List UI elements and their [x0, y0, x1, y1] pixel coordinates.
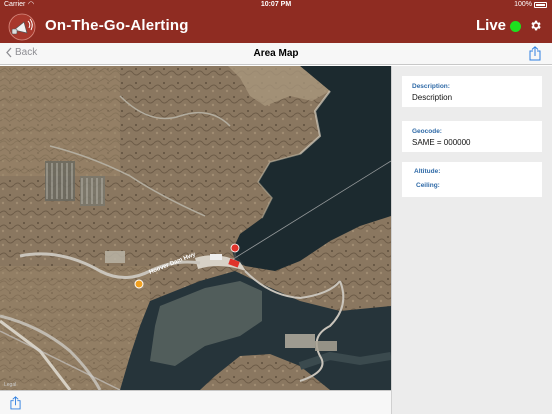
- app-header: On-The-Go-Alerting Live: [0, 11, 552, 43]
- share-icon[interactable]: [10, 396, 21, 410]
- gear-icon[interactable]: [529, 19, 542, 32]
- page-title: Area Map: [253, 48, 299, 59]
- description-card: Description: Description: [402, 76, 542, 107]
- status-bar: Carrier ◠ 10:07 PM 100%: [0, 0, 552, 11]
- description-value: Description: [412, 93, 453, 102]
- live-status-indicator: [510, 21, 521, 32]
- megaphone-logo-icon: [8, 13, 36, 41]
- live-label: Live: [476, 17, 507, 34]
- details-panel: Description: Description Geocode: SAME =…: [391, 66, 552, 414]
- legal-link[interactable]: Legal: [4, 382, 16, 388]
- geocode-label: Geocode:: [412, 128, 442, 135]
- status-time: 10:07 PM: [260, 1, 292, 8]
- description-label: Description:: [412, 83, 450, 90]
- battery-percent: 100%: [514, 1, 532, 8]
- ceiling-label: Ceiling:: [416, 182, 440, 189]
- share-icon[interactable]: [529, 46, 541, 61]
- app-title: On-The-Go-Alerting: [45, 17, 189, 34]
- altitude-ceiling-card: Altitude: Ceiling:: [402, 162, 542, 197]
- satellite-map[interactable]: Hoover Dam Hwy Legal: [0, 66, 391, 390]
- altitude-label: Altitude:: [414, 168, 441, 175]
- bottom-toolbar: [0, 390, 391, 414]
- navigation-bar: Back Area Map: [0, 43, 552, 65]
- geocode-value: SAME = 000000: [412, 138, 471, 147]
- geocode-card: Geocode: SAME = 000000: [402, 121, 542, 152]
- battery-icon: [534, 2, 547, 8]
- poi-marker-icon[interactable]: [134, 279, 144, 289]
